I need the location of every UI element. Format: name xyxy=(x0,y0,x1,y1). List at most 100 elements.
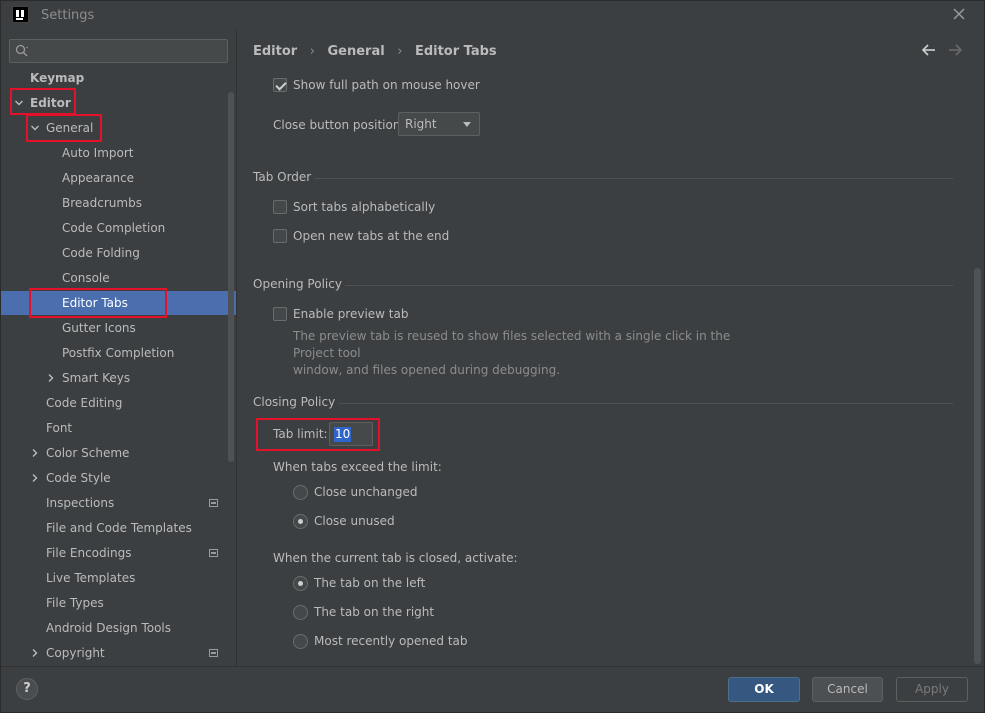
cancel-button[interactable]: Cancel xyxy=(812,677,883,702)
tree-item-label: Appearance xyxy=(62,171,135,185)
chevron-right-icon[interactable] xyxy=(30,648,40,658)
tree-item-label: Android Design Tools xyxy=(46,621,172,635)
close-icon[interactable] xyxy=(951,6,967,22)
tree-item-inspections[interactable]: Inspections xyxy=(0,491,236,515)
tree-item-label: Copyright xyxy=(46,646,105,660)
tree-item-label: Auto Import xyxy=(62,146,134,160)
tab-on-left-label: The tab on the left xyxy=(314,576,426,590)
search-icon xyxy=(15,44,28,57)
chevron-down-icon[interactable] xyxy=(14,98,24,108)
exceed-limit-label: When tabs exceed the limit: xyxy=(273,460,442,474)
close-button-position-label: Close button position: xyxy=(273,118,405,132)
ok-button[interactable]: OK xyxy=(728,677,800,702)
tree-item-code-completion[interactable]: Code Completion xyxy=(0,216,236,240)
tree-item-label: Editor xyxy=(30,96,71,110)
settings-content: Editor › General › Editor Tabs Show full… xyxy=(237,30,985,666)
closing-policy-title: Closing Policy xyxy=(253,395,336,409)
open-at-end-label: Open new tabs at the end xyxy=(293,229,450,243)
tree-item-label: General xyxy=(46,121,94,135)
dialog-footer: ? OK Cancel Apply xyxy=(0,666,985,713)
tab-on-right-radio[interactable] xyxy=(293,605,308,620)
project-settings-icon xyxy=(209,549,218,557)
tree-item-label: Code Editing xyxy=(46,396,123,410)
tree-item-file-and-code-templates[interactable]: File and Code Templates xyxy=(0,516,236,540)
chevron-right-icon[interactable] xyxy=(46,373,56,383)
tab-on-left-radio[interactable] xyxy=(293,576,308,591)
most-recent-radio[interactable] xyxy=(293,634,308,649)
tree-item-code-editing[interactable]: Code Editing xyxy=(0,391,236,415)
tree-item-label: Live Templates xyxy=(46,571,136,585)
arrow-left-icon[interactable] xyxy=(921,43,937,57)
open-at-end-checkbox[interactable] xyxy=(273,229,287,243)
tab-limit-input[interactable]: 10 xyxy=(329,422,373,446)
tree-item-live-templates[interactable]: Live Templates xyxy=(0,566,236,590)
tree-item-code-style[interactable]: Code Style xyxy=(0,466,236,490)
project-settings-icon xyxy=(209,649,218,657)
section-divider xyxy=(345,285,953,286)
section-divider xyxy=(339,403,953,404)
activate-label: When the current tab is closed, activate… xyxy=(273,551,518,565)
tree-item-appearance[interactable]: Appearance xyxy=(0,166,236,190)
close-unused-radio[interactable] xyxy=(293,514,308,529)
breadcrumb-item-editor: Editor xyxy=(253,44,298,59)
arrow-right-icon[interactable] xyxy=(947,43,963,57)
tree-item-file-encodings[interactable]: File Encodings xyxy=(0,541,236,565)
tree-item-copyright[interactable]: Copyright xyxy=(0,641,236,665)
tree-item-label: Gutter Icons xyxy=(62,321,136,335)
tree-item-label: Postfix Completion xyxy=(62,346,175,360)
preview-tab-description-line: window, and files opened during debuggin… xyxy=(293,363,561,377)
help-button[interactable]: ? xyxy=(16,678,38,700)
tree-item-smart-keys[interactable]: Smart Keys xyxy=(0,366,236,390)
tree-item-label: Code Folding xyxy=(62,246,140,260)
tree-item-android-design-tools[interactable]: Android Design Tools xyxy=(0,616,236,640)
tab-limit-value: 10 xyxy=(334,427,352,442)
chevron-right-icon[interactable] xyxy=(30,448,40,458)
opening-policy-title: Opening Policy xyxy=(253,277,342,291)
enable-preview-label: Enable preview tab xyxy=(293,307,409,321)
tree-item-gutter-icons[interactable]: Gutter Icons xyxy=(0,316,236,340)
tree-item-font[interactable]: Font xyxy=(0,416,236,440)
show-full-path-checkbox[interactable] xyxy=(273,78,287,92)
sidebar-scrollbar[interactable] xyxy=(228,92,234,462)
tree-item-file-types[interactable]: File Types xyxy=(0,591,236,615)
chevron-right-icon[interactable] xyxy=(30,473,40,483)
close-unused-label: Close unused xyxy=(314,514,395,528)
tree-item-label: File Encodings xyxy=(46,546,132,560)
tree-item-auto-import[interactable]: Auto Import xyxy=(0,141,236,165)
breadcrumb-separator: › xyxy=(309,44,315,59)
breadcrumb-item-editor-tabs: Editor Tabs xyxy=(414,44,497,59)
preview-tab-description-line: The preview tab is reused to show files … xyxy=(293,329,731,360)
sort-alphabetically-checkbox[interactable] xyxy=(273,200,287,214)
breadcrumb-item-general: General xyxy=(327,44,385,59)
search-input[interactable] xyxy=(34,43,224,59)
tree-item-editor-tabs[interactable]: Editor Tabs xyxy=(0,291,236,315)
project-settings-icon xyxy=(209,499,218,507)
close-unchanged-radio[interactable] xyxy=(293,485,308,500)
breadcrumb: Editor › General › Editor Tabs xyxy=(253,44,497,59)
tree-item-keymap[interactable]: Keymap xyxy=(0,66,236,90)
chevron-down-icon xyxy=(463,122,471,127)
tab-on-right-label: The tab on the right xyxy=(314,605,435,619)
apply-button[interactable]: Apply xyxy=(896,677,968,702)
tree-item-label: File Types xyxy=(46,596,104,610)
settings-search-box[interactable] xyxy=(9,39,228,63)
tree-item-breadcrumbs[interactable]: Breadcrumbs xyxy=(0,191,236,215)
tree-item-general[interactable]: General xyxy=(0,116,236,140)
tree-item-label: Inspections xyxy=(46,496,115,510)
tree-item-console[interactable]: Console xyxy=(0,266,236,290)
tree-item-label: Color Scheme xyxy=(46,446,130,460)
tree-item-color-scheme[interactable]: Color Scheme xyxy=(0,441,236,465)
close-button-position-value: Right xyxy=(405,117,437,131)
close-button-position-select[interactable]: Right xyxy=(398,112,480,136)
tree-item-label: Font xyxy=(46,421,73,435)
window-title: Settings xyxy=(41,8,95,23)
chevron-down-icon[interactable] xyxy=(30,123,40,133)
tree-item-editor[interactable]: Editor xyxy=(0,91,236,115)
tree-item-code-folding[interactable]: Code Folding xyxy=(0,241,236,265)
tree-item-postfix-completion[interactable]: Postfix Completion xyxy=(0,341,236,365)
enable-preview-checkbox[interactable] xyxy=(273,307,287,321)
intellij-logo-icon xyxy=(12,6,29,23)
tab-limit-label: Tab limit: xyxy=(273,427,328,441)
most-recent-label: Most recently opened tab xyxy=(314,634,468,648)
content-scrollbar[interactable] xyxy=(974,268,981,664)
